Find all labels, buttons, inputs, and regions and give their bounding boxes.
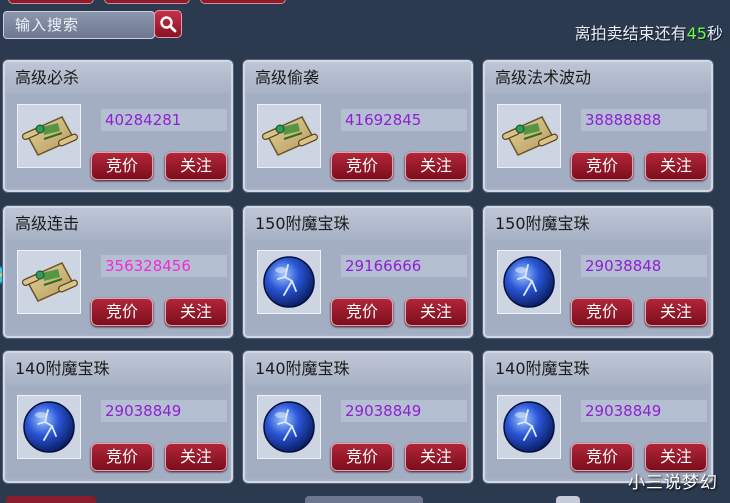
card-body: 29038849 竞价 关注 bbox=[247, 385, 469, 479]
bid-button[interactable]: 竞价 bbox=[571, 152, 633, 180]
watch-button[interactable]: 关注 bbox=[645, 298, 707, 326]
orb-icon bbox=[503, 401, 555, 453]
item-price: 29038848 bbox=[581, 255, 707, 277]
countdown-suffix: 秒 bbox=[706, 24, 723, 43]
bottom-tab[interactable] bbox=[556, 496, 580, 503]
item-name: 高级连击 bbox=[5, 208, 231, 240]
card-body: 29038849 竞价 关注 bbox=[487, 385, 709, 479]
item-slot[interactable] bbox=[257, 395, 321, 459]
scroll-icon bbox=[21, 116, 78, 156]
top-tab[interactable] bbox=[200, 0, 286, 4]
countdown-seconds: 45 bbox=[686, 24, 707, 43]
bottom-tab[interactable] bbox=[6, 496, 96, 503]
scroll-icon bbox=[501, 116, 558, 156]
item-name: 150附魔宝珠 bbox=[245, 208, 471, 240]
item-slot[interactable] bbox=[257, 250, 321, 314]
card-body: 40284281 竞价 关注 bbox=[7, 94, 229, 188]
item-name: 150附魔宝珠 bbox=[485, 208, 711, 240]
item-price: 356328456 bbox=[101, 255, 227, 277]
item-name: 140附魔宝珠 bbox=[245, 353, 471, 385]
bid-button[interactable]: 竞价 bbox=[91, 152, 153, 180]
item-slot[interactable] bbox=[17, 104, 81, 168]
auction-card: 150附魔宝珠 29038848 竞价 关注 bbox=[483, 206, 713, 338]
card-body: 29038849 竞价 关注 bbox=[7, 385, 229, 479]
scroll-icon bbox=[261, 116, 318, 156]
auction-card: 140附魔宝珠 29038849 竞价 关注 bbox=[483, 351, 713, 483]
watermark: 小三说梦幻 bbox=[628, 473, 718, 493]
watch-button[interactable]: 关注 bbox=[165, 298, 227, 326]
bottom-edge bbox=[0, 496, 730, 503]
item-name: 140附魔宝珠 bbox=[5, 353, 231, 385]
scroll-icon bbox=[21, 262, 78, 302]
item-price: 29038849 bbox=[581, 400, 707, 422]
card-body: 41692845 竞价 关注 bbox=[247, 94, 469, 188]
watch-button[interactable]: 关注 bbox=[405, 443, 467, 471]
bid-button[interactable]: 竞价 bbox=[571, 298, 633, 326]
item-price: 40284281 bbox=[101, 109, 227, 131]
bottom-tab[interactable] bbox=[305, 496, 423, 503]
auction-card: 高级偷袭 41692845 竞价 关注 bbox=[243, 60, 473, 192]
auction-card: 高级连击 356328456 竞价 关注 bbox=[3, 206, 233, 338]
top-tabs bbox=[8, 0, 286, 4]
auction-card: 150附魔宝珠 29166666 竞价 关注 bbox=[243, 206, 473, 338]
item-price: 38888888 bbox=[581, 109, 707, 131]
item-price: 29166666 bbox=[341, 255, 467, 277]
auction-card: 140附魔宝珠 29038849 竞价 关注 bbox=[243, 351, 473, 483]
item-slot[interactable] bbox=[497, 250, 561, 314]
item-slot[interactable] bbox=[17, 395, 81, 459]
watch-button[interactable]: 关注 bbox=[405, 298, 467, 326]
orb-icon bbox=[263, 401, 315, 453]
item-name: 高级必杀 bbox=[5, 62, 231, 94]
search-input[interactable]: 输入搜索 bbox=[3, 11, 155, 39]
card-body: 29166666 竞价 关注 bbox=[247, 240, 469, 334]
item-slot[interactable] bbox=[497, 104, 561, 168]
card-body: 356328456 竞价 关注 bbox=[7, 240, 229, 334]
orb-icon bbox=[503, 256, 555, 308]
watch-button[interactable]: 关注 bbox=[165, 152, 227, 180]
item-price: 29038849 bbox=[341, 400, 467, 422]
orb-icon bbox=[263, 256, 315, 308]
bid-button[interactable]: 竞价 bbox=[331, 298, 393, 326]
auction-card: 高级法术波动 38888888 竞价 关注 bbox=[483, 60, 713, 192]
item-name: 高级法术波动 bbox=[485, 62, 711, 94]
item-price: 29038849 bbox=[101, 400, 227, 422]
bid-button[interactable]: 竞价 bbox=[91, 443, 153, 471]
orb-icon bbox=[23, 401, 75, 453]
card-body: 29038848 竞价 关注 bbox=[487, 240, 709, 334]
auction-card: 140附魔宝珠 29038849 竞价 关注 bbox=[3, 351, 233, 483]
bid-button[interactable]: 竞价 bbox=[91, 298, 153, 326]
top-tab[interactable] bbox=[104, 0, 190, 4]
bid-button[interactable]: 竞价 bbox=[571, 443, 633, 471]
item-name: 高级偷袭 bbox=[245, 62, 471, 94]
watch-button[interactable]: 关注 bbox=[645, 443, 707, 471]
item-slot[interactable] bbox=[497, 395, 561, 459]
item-slot[interactable] bbox=[17, 250, 81, 314]
search-icon bbox=[160, 16, 177, 33]
top-tab[interactable] bbox=[8, 0, 94, 4]
search-button[interactable] bbox=[154, 10, 182, 38]
watch-button[interactable]: 关注 bbox=[645, 152, 707, 180]
item-name: 140附魔宝珠 bbox=[485, 353, 711, 385]
bid-button[interactable]: 竞价 bbox=[331, 152, 393, 180]
countdown-prefix: 离拍卖结束还有 bbox=[574, 24, 687, 43]
card-body: 38888888 竞价 关注 bbox=[487, 94, 709, 188]
auction-card: 高级必杀 40284281 竞价 关注 bbox=[3, 60, 233, 192]
watch-button[interactable]: 关注 bbox=[165, 443, 227, 471]
bid-button[interactable]: 竞价 bbox=[331, 443, 393, 471]
watch-button[interactable]: 关注 bbox=[405, 152, 467, 180]
item-price: 41692845 bbox=[341, 109, 467, 131]
item-slot[interactable] bbox=[257, 104, 321, 168]
auction-countdown: 离拍卖结束还有45秒 bbox=[575, 20, 723, 44]
